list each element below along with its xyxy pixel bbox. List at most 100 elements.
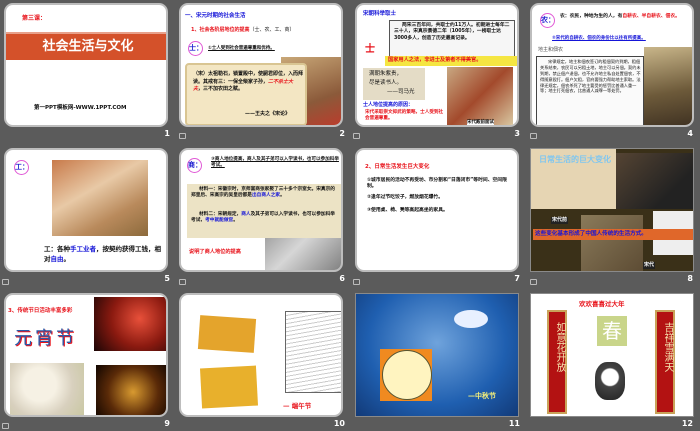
spring-character: 春 [602, 319, 622, 343]
festival-label: — 端午节 [283, 402, 312, 410]
reason-text: 宋代采取崇文抑武的策略，士人受到社会普遍尊重。 [365, 110, 444, 122]
point: ①士人受到社会普遍尊重和优待。 [208, 46, 275, 51]
text-highlight: 自由 [50, 254, 64, 263]
slide-thumbnail-4[interactable]: 农： 农：农民，种地为生的人，有自耕农、半自耕农、佃农。 ②宋代的自耕农、佃农的… [530, 3, 694, 127]
exam-painting [447, 67, 513, 125]
heading: 3、传统节日活动丰富多彩 [8, 308, 73, 314]
badge-shang: 商： [187, 158, 202, 173]
slide-number: 8 [687, 274, 693, 283]
badge-gong: 工： [14, 160, 29, 175]
material-2: 材料二：宋朝规定， [199, 212, 242, 217]
material-highlight: 出自商人之家 [251, 193, 281, 199]
slide-thumbnail-11[interactable]: —中秋节 [355, 293, 519, 417]
slide-thumbnail-1[interactable]: 第三课： 社会生活与文化 第一PPT模板网-WWW.1PPT.COM [4, 3, 168, 127]
text: 工：各种 [44, 245, 70, 253]
slide-thumbnail-8[interactable]: 日常生活的巨大变化 宋代前 这些变化基本形成了中国人传统的生活方式。 宋代 [530, 148, 694, 272]
material-1-end: 。 [280, 193, 285, 199]
point-1: ①城市居民的活动不再受坊、市分割和“日落闭市”等时间、空间限制。 [367, 178, 507, 190]
slide-thumbnail-7[interactable]: 2、日常生活发生巨大变化 ①城市居民的活动不再受坊、市分割和“日落闭市”等时间、… [355, 148, 519, 272]
spring-tile: 春 [597, 316, 627, 346]
moon-circle [382, 350, 432, 400]
text-box: 宋律规定，地主和佃农签订的租佃契约到期，租佃关系结束，农民可以另租土地，地主可以… [536, 56, 644, 125]
right-couplet-text: 吉祥雪满天 [662, 322, 673, 372]
point: ②宋代的自耕农、佃农的身份比以往有所提高。 [552, 36, 646, 41]
material-box: 材料一：宋徽宗时，京师富商张家娶了三十多个宗室女。宋真宗的郑皇后、宋高宗的吴皇后… [187, 184, 341, 238]
slide-thumbnail-10[interactable]: — 端午节 [179, 293, 343, 417]
tangyuan-photo [10, 363, 84, 415]
transition-icon[interactable] [530, 279, 537, 285]
label-before-song: 宋代前 [551, 217, 569, 224]
badge-nong: 农： [540, 13, 555, 28]
cartoon-character [595, 362, 625, 400]
slide-number: 3 [514, 129, 520, 138]
quote-end: ，三不加农田之赋。 [198, 86, 244, 92]
room-photo [616, 153, 693, 209]
text: 。 [63, 254, 71, 263]
moon [454, 310, 488, 328]
transition-icon[interactable] [2, 423, 9, 429]
material-highlight: 考中就能做官 [205, 218, 234, 224]
banner: 这些变化基本形成了中国人传统的生活方式。 [533, 229, 693, 240]
slide-number: 4 [687, 129, 693, 138]
slide-number: 1 [164, 129, 170, 138]
poem-line-1: 满朝朱紫贵， [369, 71, 403, 77]
slide-number: 2 [339, 129, 345, 138]
transition-icon[interactable] [179, 133, 186, 139]
banner: 国家用人之法，非进士及第者不得美官。 [385, 56, 517, 66]
box-body: 宋律规定，地主和佃农签订的租佃契约到期，租佃关系结束，农民可以另租土地，地主可以… [540, 59, 641, 94]
slide-thumbnail-6[interactable]: 商： ③商人地位提高，商人及其子弟可以入学读书，也可以参加科举考试。 材料一：宋… [179, 148, 343, 272]
slide-number: 6 [339, 274, 345, 283]
image-caption: 宋代殿前面试 [467, 120, 494, 125]
festival-label: —中秋节 [468, 392, 496, 400]
banner-text: 国家用人之法，非进士及第者不得美官。 [388, 57, 482, 63]
dragon-boat-sketch [285, 311, 341, 393]
material-2-end: 。 [233, 218, 238, 224]
slide-thumbnail-9[interactable]: 3、传统节日活动丰富多彩 元宵节 [4, 293, 168, 417]
heading: 一、宋元时期的社会生活 [185, 13, 246, 19]
scene-painting [581, 215, 643, 271]
slide-number: 11 [508, 419, 520, 428]
footer-text: 第一PPT模板网-WWW.1PPT.COM [34, 105, 127, 111]
transition-icon[interactable] [353, 279, 360, 285]
subheading-note: （士、农、工、商） [249, 27, 295, 33]
quote-source: ——王夫之《宋论》 [245, 111, 291, 117]
quote-box: （宋）太祖勒石，锁置殿中，使嗣君即位，入而拜读。其戒有三：一保全柴家子孙，二不杀… [185, 63, 307, 125]
transition-icon[interactable] [530, 133, 537, 139]
slide-number: 12 [681, 419, 693, 428]
slide-number: 5 [164, 274, 170, 283]
slide-number: 9 [164, 419, 170, 428]
badge-shi: 士： [188, 41, 203, 56]
slide-title: 社会生活与文化 [42, 39, 134, 54]
text-box: 两宋三百年间，共取士约11万人。初期进士每年二三十人，宋真宗景德二年（1005年… [389, 20, 515, 58]
left-couplet: 如意花开放 [547, 310, 567, 414]
slide-thumbnail-2[interactable]: 一、宋元时期的社会生活 1、社会各阶层地位的提高（士、农、工、商） 士： ①士人… [179, 3, 343, 127]
transition-icon[interactable] [2, 279, 9, 285]
slide-thumbnail-5[interactable]: 工： 工：各种手工业者，按契约获得工钱，相对自由。 [4, 148, 168, 272]
slide-number: 7 [514, 274, 520, 283]
transition-icon[interactable] [353, 133, 360, 139]
label-song: 宋代 [643, 262, 656, 269]
landscape-painting [644, 47, 692, 125]
banner-text: 欢欢喜喜过大年 [579, 300, 625, 308]
poem-box: 满朝朱紫贵， 尽是读书人。 ——司马光 [363, 68, 425, 100]
right-couplet: 吉祥雪满天 [655, 310, 675, 414]
box-title: 地主和佃农 [538, 47, 564, 53]
slide-thumbnail-12[interactable]: 欢欢喜喜过大年 如意花开放 吉祥雪满天 春 [530, 293, 694, 417]
slide-title: 日常生活的巨大变化 [539, 155, 611, 164]
transition-icon[interactable] [179, 279, 186, 285]
workshop-painting [52, 160, 148, 236]
text-highlight: 手工业者 [70, 245, 96, 253]
material-highlight: 商人 [241, 212, 251, 217]
body-text: 两宋三百年间，共取士约11万人。初期进士每年二三十人，宋真宗景德二年（1005年… [394, 23, 510, 41]
poem-line-2: 尽是读书人。 [369, 80, 403, 86]
left-couplet-text: 如意花开放 [554, 322, 565, 372]
banner-text: 这些变化基本形成了中国人传统的生活方式。 [535, 231, 647, 237]
slide-thumbnail-3[interactable]: 宋朝科举取士 两宋三百年间，共取士约11万人。初期进士每年二三十人，宋真宗景德二… [355, 3, 519, 127]
intro-highlight: 自耕农、半自耕农、佃农。 [622, 14, 680, 19]
conclusion: 说明了商人地位的提高 [189, 249, 241, 255]
slide-number: 10 [333, 419, 345, 428]
heading: 2、日常生活发生巨大变化 [365, 164, 430, 170]
festival-title: 元宵节 [14, 328, 77, 349]
night-lights-photo [96, 365, 166, 415]
lesson-label: 第三课： [22, 15, 47, 22]
